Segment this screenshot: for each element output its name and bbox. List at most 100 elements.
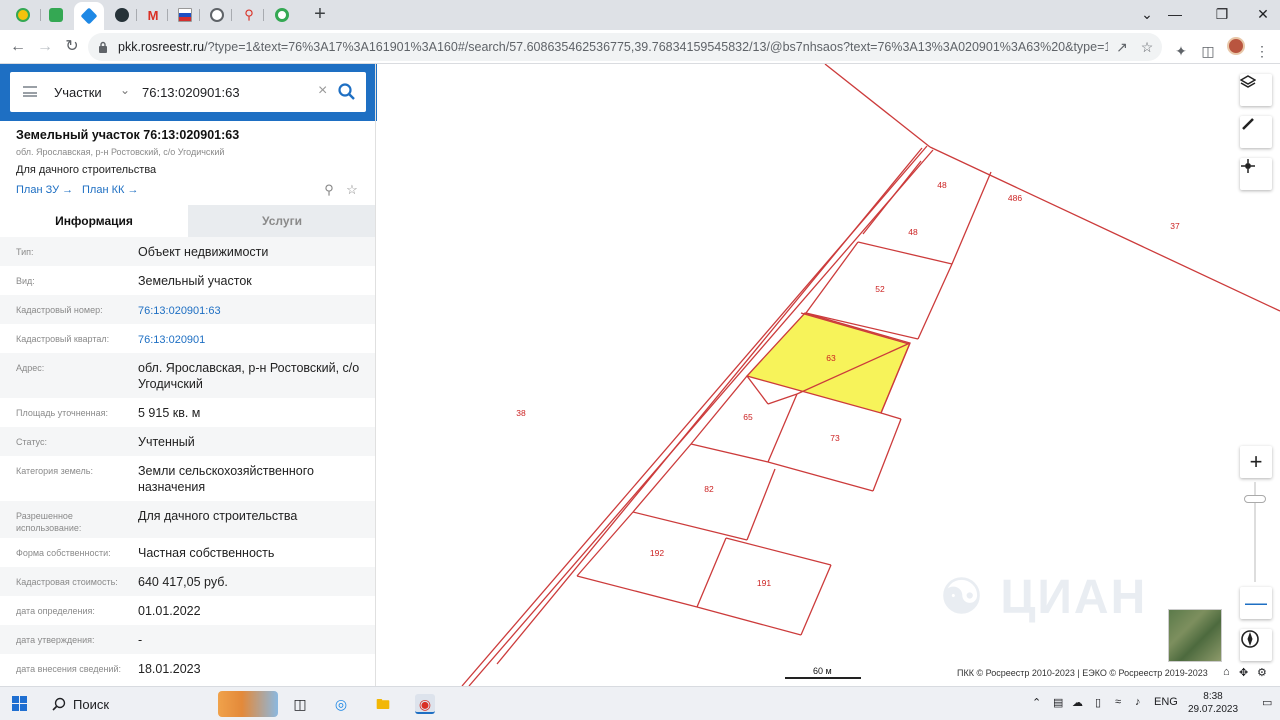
menu-icon[interactable] xyxy=(23,86,37,97)
attribute-key: дата определения: xyxy=(16,606,95,616)
plot-number-label[interactable]: 48 xyxy=(908,227,918,237)
plot-number-label[interactable]: 486 xyxy=(1008,193,1022,203)
wifi-icon[interactable]: ≈ xyxy=(1115,696,1121,708)
search-icon[interactable] xyxy=(337,82,357,102)
search-input[interactable]: 76:13:020901:63 xyxy=(142,85,240,100)
plot-boundary-line xyxy=(824,64,931,148)
move-icon[interactable]: ✥ xyxy=(1239,666,1248,679)
edge-icon[interactable]: ◎ xyxy=(331,694,351,714)
share-icon[interactable]: ↗ xyxy=(1114,39,1130,55)
globe-icon xyxy=(210,8,224,22)
tray-chevron-icon[interactable]: ⌃ xyxy=(1032,696,1041,709)
clear-icon[interactable]: × xyxy=(318,82,327,100)
plot-number-label[interactable]: 65 xyxy=(743,412,753,422)
plot-number-label[interactable]: 37 xyxy=(1170,221,1180,231)
browser-tab[interactable]: ⚲ xyxy=(235,4,263,26)
favorite-star-icon[interactable]: ☆ xyxy=(345,183,359,197)
settings-icon[interactable]: ⚙ xyxy=(1257,666,1267,679)
file-explorer-icon[interactable]: 🖿 xyxy=(373,694,393,714)
attribute-row: Кадастровый квартал: 76:13:020901 xyxy=(0,324,375,353)
ruler-button[interactable] xyxy=(1240,116,1272,148)
home-icon[interactable]: ⌂ xyxy=(1223,666,1230,678)
zoom-slider-handle[interactable] xyxy=(1244,495,1266,503)
attribute-row: Статус: Учтенный xyxy=(0,427,375,456)
battery-icon[interactable]: ▯ xyxy=(1095,696,1101,709)
plan-zu-link[interactable]: План ЗУ → xyxy=(16,184,73,196)
close-window-button[interactable]: ✕ xyxy=(1252,4,1274,24)
plot-number-label[interactable]: 63 xyxy=(826,353,836,363)
browser-tab[interactable] xyxy=(171,4,199,26)
volume-icon[interactable]: ♪ xyxy=(1135,696,1141,708)
tray-app-icon[interactable]: ▤ xyxy=(1053,696,1063,709)
windows-start-icon[interactable] xyxy=(12,696,28,712)
attribute-row: дата определения: 01.01.2022 xyxy=(0,596,375,625)
compass-button[interactable] xyxy=(1240,629,1272,661)
layers-button[interactable] xyxy=(1240,74,1272,106)
browser-tab[interactable]: M xyxy=(139,4,167,26)
zoom-to-object-icon[interactable]: ⚲ xyxy=(322,183,336,197)
plot-number-label[interactable]: 82 xyxy=(704,484,714,494)
minimize-button[interactable]: — xyxy=(1164,4,1186,24)
tab-services[interactable]: Услуги xyxy=(188,205,375,237)
attribute-row: дата внесения сведений: 18.01.2023 xyxy=(0,654,375,683)
chrome-icon[interactable]: ◉ xyxy=(415,694,435,714)
forward-button[interactable]: → xyxy=(35,37,55,57)
attribute-value-link[interactable]: 76:13:020901 xyxy=(138,332,368,348)
selected-plot-63[interactable] xyxy=(745,312,911,414)
zoom-in-button[interactable]: + xyxy=(1240,446,1272,478)
search-type-select[interactable]: Участки xyxy=(54,85,102,100)
address-bar[interactable]: pkk.rosreestr.ru/?type=1&text=76%3A17%3A… xyxy=(88,33,1162,61)
plot-number-label[interactable]: 52 xyxy=(875,284,885,294)
object-use: Для дачного строительства xyxy=(16,164,157,176)
plan-kk-link[interactable]: План КК → xyxy=(82,184,138,196)
clock[interactable]: 8:38 29.07.2023 xyxy=(1188,690,1238,716)
new-tab-button[interactable]: + xyxy=(309,4,331,26)
notifications-icon[interactable]: ▭ xyxy=(1262,696,1272,709)
side-panel-icon[interactable]: ◫ xyxy=(1200,43,1216,59)
plot-number-label[interactable]: 48 xyxy=(937,180,947,190)
plot-boundary-line xyxy=(767,393,798,405)
attribute-value: 18.01.2023 xyxy=(138,662,201,676)
browser-tab[interactable] xyxy=(9,4,37,26)
profile-avatar[interactable] xyxy=(1227,37,1245,55)
tab-information[interactable]: Информация xyxy=(0,205,188,237)
chevron-down-icon[interactable]: ⌄ xyxy=(120,83,130,97)
compass-icon xyxy=(1241,630,1259,648)
plot-boundary-line xyxy=(576,575,698,608)
attribute-value-link[interactable]: 76:13:020901:63 xyxy=(138,303,368,319)
plot-boundary-line xyxy=(468,149,934,686)
extensions-icon[interactable]: ✦ xyxy=(1173,43,1189,59)
reload-button[interactable]: ↻ xyxy=(62,37,82,57)
bookmark-star-icon[interactable]: ☆ xyxy=(1139,39,1155,55)
layers-icon xyxy=(1240,75,1256,88)
basemap-switcher[interactable] xyxy=(1168,609,1222,662)
map-view[interactable]: ☯ ЦИАН 48 48 486 37 52 63 65 73 38 82 192 191 + — 6… xyxy=(377,64,1280,686)
browser-tab[interactable] xyxy=(203,4,231,26)
cloud-icon[interactable]: ☁ xyxy=(1072,696,1083,709)
browser-tab[interactable] xyxy=(108,4,136,26)
browser-tab-active[interactable] xyxy=(74,2,104,30)
attribute-value: 01.01.2022 xyxy=(138,604,201,618)
arrow-right-icon: → xyxy=(127,184,139,196)
plot-number-label[interactable]: 73 xyxy=(830,433,840,443)
task-view-icon[interactable]: ◫ xyxy=(290,694,310,714)
scale-line xyxy=(785,677,861,679)
attribute-key: Площадь уточненная: xyxy=(16,408,108,418)
plot-number-label[interactable]: 38 xyxy=(516,408,526,418)
plan-kk-label: План КК xyxy=(82,184,125,196)
plot-number-label[interactable]: 191 xyxy=(757,578,771,588)
browser-tab[interactable] xyxy=(42,4,70,26)
plot-boundary-line xyxy=(917,263,953,340)
language-indicator[interactable]: ENG xyxy=(1154,696,1178,708)
maximize-button[interactable]: ❐ xyxy=(1211,4,1233,24)
plot-number-label[interactable]: 192 xyxy=(650,548,664,558)
tab-search-button[interactable]: ⌄ xyxy=(1136,4,1158,24)
menu-kebab-icon[interactable]: ⋮ xyxy=(1254,43,1270,59)
zoom-out-button[interactable]: — xyxy=(1240,587,1272,619)
plot-boundary-line xyxy=(862,160,922,235)
attribute-value: 5 915 кв. м xyxy=(138,406,201,420)
taskbar-search[interactable]: Поиск xyxy=(40,689,280,719)
back-button[interactable]: ← xyxy=(8,37,28,57)
locate-button[interactable] xyxy=(1240,158,1272,190)
browser-tab[interactable] xyxy=(268,4,296,26)
